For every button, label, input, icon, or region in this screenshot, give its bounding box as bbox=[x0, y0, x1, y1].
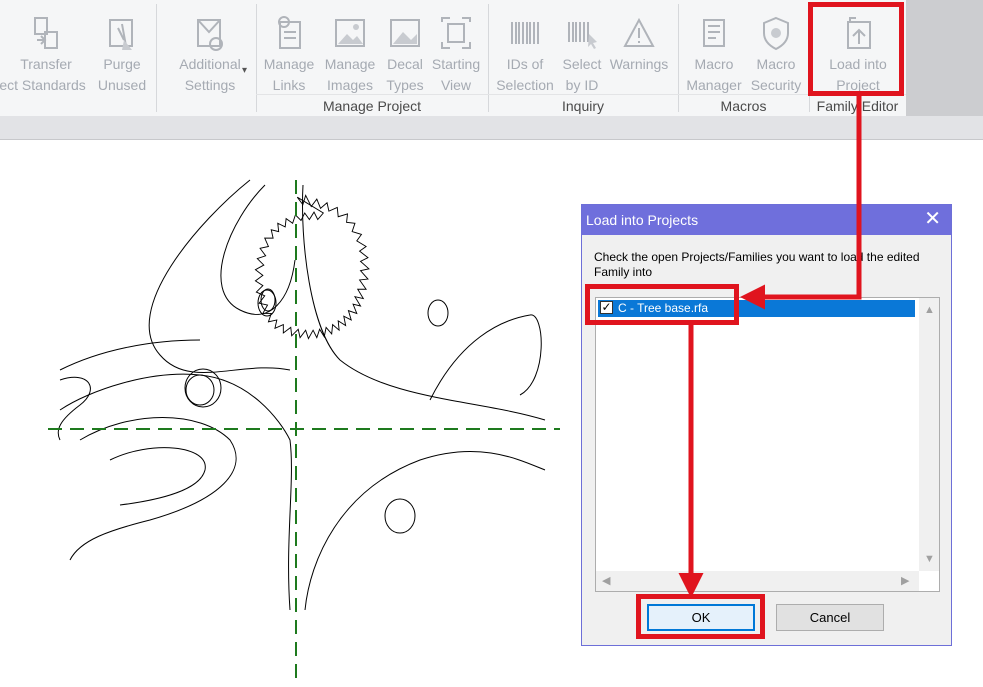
annotation-overlay bbox=[678, 95, 862, 598]
annotation-arrow bbox=[740, 95, 862, 310]
